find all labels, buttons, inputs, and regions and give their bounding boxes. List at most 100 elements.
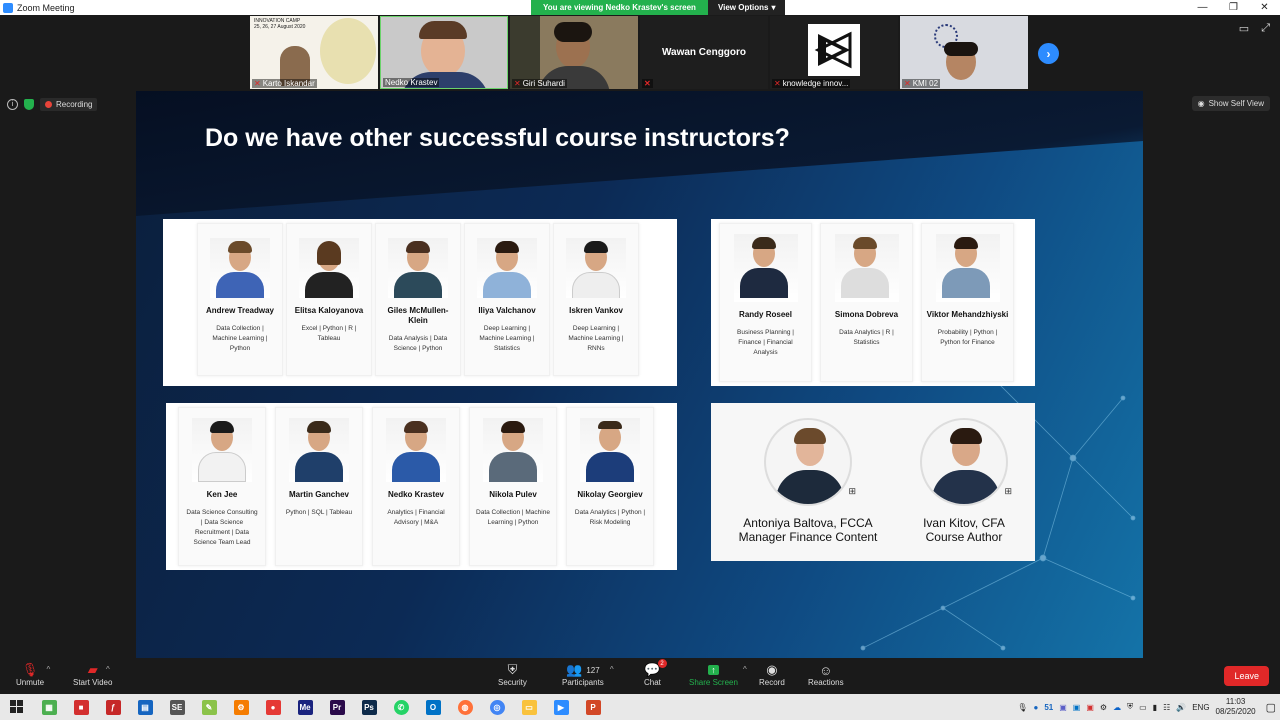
tray-security-icon[interactable]: ⛨ (1127, 702, 1133, 712)
viewing-label: You are viewing Nedko Krastev's screen (531, 0, 708, 15)
linkedin-icon: ⊞ (848, 486, 856, 496)
caret-up-icon[interactable]: ^ (106, 665, 110, 674)
app-se-icon[interactable]: SE (166, 696, 188, 718)
participants-button[interactable]: 👥 127 ^ Participants (562, 662, 614, 687)
meeting-status: i Recording (7, 98, 98, 111)
app-media-encoder-icon[interactable]: Me (294, 696, 316, 718)
meeting-toolbar: 🎙 ^ Unmute ▰ ^ Start Video ⛨ Security 👥 127… (0, 658, 1280, 694)
instructor-photo (920, 418, 1008, 506)
app-explorer-icon[interactable]: ▭ (518, 696, 540, 718)
microphone-icon[interactable]: 🎙 (1017, 703, 1027, 712)
view-options-button[interactable]: View Options ▾ (707, 0, 786, 15)
app-chrome-icon[interactable]: ◎ (486, 696, 508, 718)
app-whatsapp-icon[interactable]: ✆ (390, 696, 412, 718)
unmute-button[interactable]: 🎙 ^ Unmute (16, 662, 51, 687)
chat-button[interactable]: 💬 2 Chat (644, 659, 667, 687)
video-tile[interactable]: ✕ knowledge innov... (770, 16, 898, 89)
instructor-tags: Data Analytics | R | Statistics (839, 329, 894, 346)
onedrive-icon[interactable]: ☁ (1113, 703, 1121, 712)
instructor-photo (299, 238, 359, 298)
start-video-button[interactable]: ▰ ^ Start Video (73, 662, 112, 687)
security-label: Security (498, 678, 527, 687)
security-button[interactable]: ⛨ Security (498, 662, 527, 687)
participants-count: 127 (586, 665, 600, 675)
clock-date: 08/25/2020 (1215, 707, 1256, 716)
app-zoom-icon[interactable]: ▶ (550, 696, 572, 718)
encryption-shield-icon[interactable] (24, 99, 34, 110)
instructor-panel-4: ⊞ Antoniya Baltova, FCCA Manager Finance … (711, 403, 1035, 561)
app-premiere-icon[interactable]: Pr (326, 696, 348, 718)
clock[interactable]: 11:03 08/25/2020 (1216, 697, 1256, 717)
caret-up-icon[interactable]: ^ (610, 665, 614, 674)
instructor-name: Iliya Valchanov (478, 306, 536, 315)
muted-mic-icon: ✕ (904, 79, 911, 88)
volume-icon[interactable]: 🔊 (1176, 703, 1186, 712)
info-icon[interactable]: i (7, 99, 18, 110)
instructor-panel-1: Andrew Treadway Data Collection | Machin… (163, 219, 677, 386)
share-screen-button[interactable]: ↑ ^ Share Screen (689, 662, 747, 687)
video-tile[interactable]: ✕ Giri Suhardi (510, 16, 638, 89)
participants-icon: 👥 127 ^ (566, 662, 614, 677)
fullscreen-icon[interactable]: ⤢ (1261, 22, 1270, 35)
app-outlook-icon[interactable]: O (422, 696, 444, 718)
minimize-icon[interactable]: — (1187, 0, 1218, 15)
instructor-card: Nikola Pulev Data Collection | Machine L… (469, 407, 557, 566)
participant-strip: INNOVATION CAMP 25, 26, 27 August 2020 ✕ K… (250, 16, 1028, 89)
app-map-icon[interactable]: ▦ (38, 696, 60, 718)
tray-gear-icon[interactable]: ⚙ (1100, 703, 1107, 712)
app-red-icon[interactable]: ■ (70, 696, 92, 718)
tray-outlook-icon[interactable]: ▣ (1073, 703, 1081, 712)
instructor-photo (210, 238, 270, 298)
muted-mic-icon: 🎙 ^ (21, 662, 51, 677)
zoom-logo-icon (3, 2, 13, 13)
recording-indicator[interactable]: Recording (40, 98, 98, 111)
tray-teams-icon[interactable]: ▣ (1059, 703, 1067, 712)
participants-label: Participants (562, 678, 604, 687)
instructor-panel-2: Randy Roseel Business Planning | Finance… (711, 219, 1035, 386)
reactions-label: Reactions (808, 678, 844, 687)
tray-red-icon[interactable]: ▣ (1086, 703, 1094, 712)
instructor-photo (289, 418, 349, 482)
leave-button[interactable]: Leave (1224, 666, 1269, 686)
instructor-name: Elitsa Kaloyanova (294, 306, 364, 315)
caret-up-icon[interactable]: ^ (743, 665, 747, 674)
instructor-name: Simona Dobreva (834, 310, 899, 319)
app-powerpoint-icon[interactable]: P (582, 696, 604, 718)
video-tile[interactable]: Wawan Cenggoro ✕ (640, 16, 768, 89)
muted-mic-icon: ✕ (254, 79, 261, 88)
close-icon[interactable]: ✕ (1249, 0, 1280, 15)
record-button[interactable]: ◉ Record (759, 662, 785, 687)
app-paint-icon[interactable]: ✎ (198, 696, 220, 718)
next-page-arrow-icon[interactable]: › (1038, 43, 1059, 64)
app-colors-icon[interactable]: ● (262, 696, 284, 718)
instructor-tags: Data Collection | Machine Learning | Pyt… (212, 325, 268, 352)
video-tile[interactable]: ✕ KMI 02 (900, 16, 1028, 89)
app-settings-icon[interactable]: ⚙ (230, 696, 252, 718)
reactions-button[interactable]: ☺ Reactions (808, 662, 844, 688)
video-tile[interactable]: INNOVATION CAMP 25, 26, 27 August 2020 ✕ K… (250, 16, 378, 89)
participant-name: ✕ KMI 02 (902, 79, 941, 88)
tray-blue-icon[interactable]: ● (1033, 703, 1038, 712)
instructor-name: Ken Jee (206, 490, 238, 499)
chat-badge: 2 (657, 659, 667, 668)
gallery-view-icon[interactable]: ▭ (1239, 22, 1249, 35)
video-tile-active[interactable]: Nedko Krastev (380, 16, 508, 89)
notifications-icon[interactable]: ▢ (1266, 701, 1276, 714)
app-photoshop-icon[interactable]: Ps (358, 696, 380, 718)
tray-device-icon[interactable]: ▭ (1139, 703, 1147, 712)
app-calculator-icon[interactable]: ▤ (134, 696, 156, 718)
tray-power-icon[interactable]: ▮ (1153, 703, 1157, 712)
caret-up-icon[interactable]: ^ (47, 665, 51, 674)
language-indicator[interactable]: ENG (1192, 703, 1209, 712)
windows-start-icon[interactable] (6, 696, 28, 718)
show-self-view-button[interactable]: ◉ Show Self View (1191, 96, 1270, 111)
eye-icon: ◉ (1197, 99, 1205, 108)
app-firefox-icon[interactable]: ◍ (454, 696, 476, 718)
maximize-icon[interactable]: ❐ (1218, 0, 1249, 15)
start-video-label: Start Video (73, 678, 113, 687)
network-icon[interactable]: ☷ (1163, 703, 1170, 712)
title-band (136, 91, 1143, 216)
unmute-label: Unmute (16, 678, 45, 687)
clock-time: 11:03 (1225, 697, 1246, 706)
app-flash-icon[interactable]: ƒ (102, 696, 124, 718)
